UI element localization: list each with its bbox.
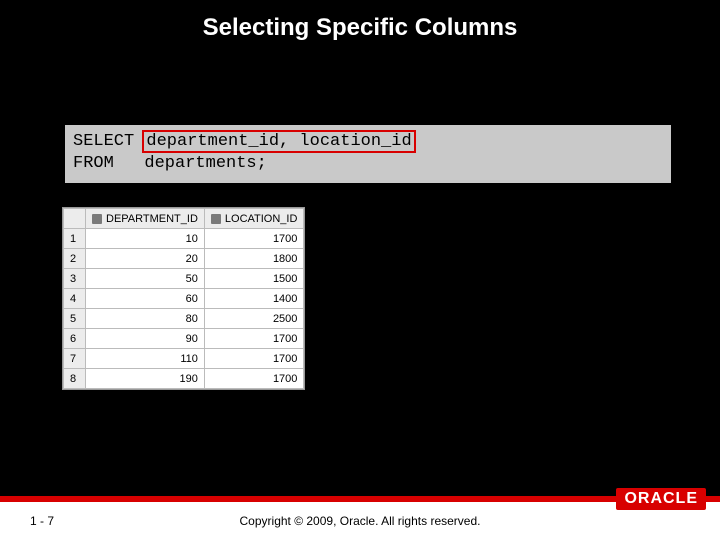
sql-code-block: SELECTdepartment_id, location_id FROMdep… [62, 122, 674, 186]
rownum-cell: 8 [64, 369, 86, 389]
result-header-row: DEPARTMENT_ID LOCATION_ID [64, 209, 304, 229]
cell-department-id: 190 [86, 369, 205, 389]
cell-location-id: 1400 [204, 289, 304, 309]
slide: Selecting Specific Columns SELECTdepartm… [0, 0, 720, 540]
column-header-department-id: DEPARTMENT_ID [86, 209, 205, 229]
column-icon [211, 214, 221, 224]
sql-table-clause: departments; [144, 154, 266, 173]
table-row: 1 10 1700 [64, 229, 304, 249]
cell-location-id: 1700 [204, 369, 304, 389]
rownum-cell: 5 [64, 309, 86, 329]
sql-keyword-from: FROM [73, 153, 144, 175]
copyright-text: Copyright © 2009, Oracle. All rights res… [0, 514, 720, 528]
cell-location-id: 2500 [204, 309, 304, 329]
table-row: 3 50 1500 [64, 269, 304, 289]
rownum-header [64, 209, 86, 229]
rownum-cell: 7 [64, 349, 86, 369]
sql-line-2: FROMdepartments; [73, 153, 663, 175]
cell-location-id: 1800 [204, 249, 304, 269]
cell-department-id: 80 [86, 309, 205, 329]
page-title: Selecting Specific Columns [0, 14, 720, 42]
cell-department-id: 90 [86, 329, 205, 349]
table-row: 4 60 1400 [64, 289, 304, 309]
rownum-cell: 3 [64, 269, 86, 289]
cell-location-id: 1500 [204, 269, 304, 289]
column-icon [92, 214, 102, 224]
cell-location-id: 1700 [204, 229, 304, 249]
sql-highlighted-columns: department_id, location_id [142, 130, 415, 153]
table-row: 8 190 1700 [64, 369, 304, 389]
cell-department-id: 20 [86, 249, 205, 269]
oracle-logo: ORACLE [616, 488, 706, 510]
result-grid: DEPARTMENT_ID LOCATION_ID 1 10 1700 2 20… [62, 207, 305, 390]
rownum-cell: 6 [64, 329, 86, 349]
cell-location-id: 1700 [204, 349, 304, 369]
cell-department-id: 60 [86, 289, 205, 309]
column-header-location-id: LOCATION_ID [204, 209, 304, 229]
sql-line-1: SELECTdepartment_id, location_id [73, 131, 663, 153]
table-row: 6 90 1700 [64, 329, 304, 349]
rownum-cell: 1 [64, 229, 86, 249]
cell-department-id: 110 [86, 349, 205, 369]
cell-location-id: 1700 [204, 329, 304, 349]
cell-department-id: 50 [86, 269, 205, 289]
sql-keyword-select: SELECT [73, 131, 144, 153]
rownum-cell: 4 [64, 289, 86, 309]
footer-bar: 1 - 7 Copyright © 2009, Oracle. All righ… [0, 502, 720, 540]
cell-department-id: 10 [86, 229, 205, 249]
table-row: 2 20 1800 [64, 249, 304, 269]
rownum-cell: 2 [64, 249, 86, 269]
table-row: 7 110 1700 [64, 349, 304, 369]
table-row: 5 80 2500 [64, 309, 304, 329]
